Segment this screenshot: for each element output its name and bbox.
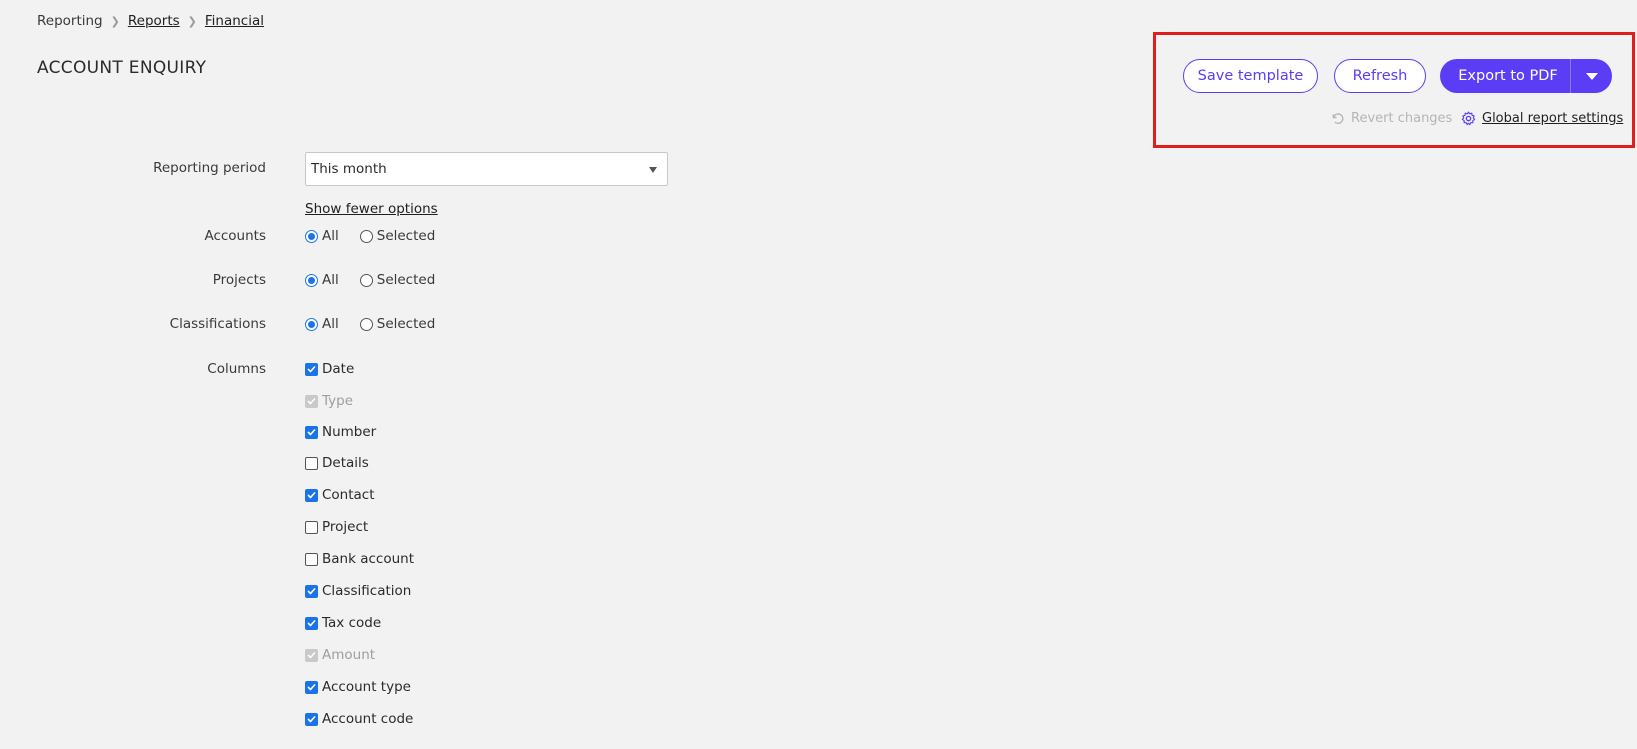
column-checkbox-label: Account code	[322, 711, 414, 727]
chevron-down-icon	[1585, 72, 1598, 80]
projects-option-selected[interactable]: Selected	[359, 272, 436, 288]
projects-option-all[interactable]: All	[305, 272, 339, 288]
column-checkbox[interactable]	[305, 520, 318, 534]
reporting-period-label: Reporting period	[153, 160, 266, 176]
column-checkbox-label: Date	[322, 361, 355, 377]
columns-label: Columns	[207, 361, 266, 377]
chevron-right-icon: ❯	[187, 14, 197, 28]
classifications-all-radio[interactable]	[305, 317, 318, 331]
accounts-selected-radio[interactable]	[359, 229, 373, 243]
page-title: ACCOUNT ENQUIRY	[37, 58, 207, 78]
show-fewer-options-link[interactable]: Show fewer options	[305, 201, 438, 217]
column-checkbox-label: Classification	[322, 583, 412, 599]
column-checkbox[interactable]	[305, 456, 318, 470]
projects-label: Projects	[212, 272, 266, 288]
classifications-selected-radio[interactable]	[359, 317, 373, 331]
projects-all-radio[interactable]	[305, 273, 318, 287]
column-option-type: Type	[305, 393, 353, 409]
export-pdf-button[interactable]: Export to PDF	[1440, 59, 1570, 93]
accounts-radio-group: All Selected	[305, 228, 456, 244]
accounts-selected-label: Selected	[376, 228, 436, 244]
gear-icon	[1461, 111, 1476, 126]
dropdown-arrow-icon	[649, 167, 657, 173]
chevron-right-icon: ❯	[110, 14, 120, 28]
classifications-all-label: All	[322, 316, 339, 332]
column-option-details[interactable]: Details	[305, 455, 369, 471]
column-checkbox	[305, 394, 318, 408]
column-checkbox[interactable]	[305, 616, 318, 630]
column-checkbox[interactable]	[305, 712, 318, 726]
action-panel-highlight: Save template Refresh Export to PDF Reve…	[1153, 32, 1635, 148]
reporting-period-value: This month	[311, 161, 387, 177]
column-checkbox[interactable]	[305, 552, 318, 566]
breadcrumb: Reporting ❯ Reports ❯ Financial	[37, 13, 264, 29]
reporting-period-select[interactable]: This month	[305, 152, 668, 186]
column-option-contact[interactable]: Contact	[305, 487, 375, 503]
breadcrumb-financial-link[interactable]: Financial	[205, 13, 264, 29]
column-checkbox[interactable]	[305, 425, 318, 439]
column-option-tax-code[interactable]: Tax code	[305, 615, 381, 631]
classifications-label: Classifications	[169, 316, 266, 332]
column-option-bank-account[interactable]: Bank account	[305, 551, 414, 567]
column-option-classification[interactable]: Classification	[305, 583, 411, 599]
classifications-option-selected[interactable]: Selected	[359, 316, 436, 332]
column-option-date[interactable]: Date	[305, 361, 354, 377]
undo-icon	[1332, 113, 1344, 125]
projects-selected-label: Selected	[376, 272, 436, 288]
projects-all-label: All	[322, 272, 339, 288]
accounts-option-selected[interactable]: Selected	[359, 228, 436, 244]
breadcrumb-reports-link[interactable]: Reports	[128, 13, 180, 29]
refresh-button[interactable]: Refresh	[1334, 59, 1426, 93]
column-checkbox[interactable]	[305, 680, 318, 694]
accounts-label: Accounts	[204, 228, 266, 244]
column-checkbox-label: Bank account	[322, 551, 414, 567]
column-checkbox[interactable]	[305, 362, 318, 376]
revert-changes-label: Revert changes	[1351, 111, 1453, 126]
projects-selected-radio[interactable]	[359, 273, 373, 287]
breadcrumb-reporting: Reporting	[37, 13, 103, 29]
accounts-all-label: All	[322, 228, 339, 244]
column-checkbox[interactable]	[305, 488, 318, 502]
column-checkbox[interactable]	[305, 584, 318, 598]
save-template-button[interactable]: Save template	[1183, 59, 1318, 93]
column-checkbox-label: Account type	[322, 679, 411, 695]
column-option-project[interactable]: Project	[305, 519, 368, 535]
global-report-settings-link[interactable]: Global report settings	[1461, 111, 1623, 126]
column-option-number[interactable]: Number	[305, 424, 376, 440]
column-checkbox-label: Project	[322, 519, 369, 535]
column-checkbox-label: Type	[322, 393, 354, 409]
column-checkbox	[305, 648, 318, 662]
classifications-option-all[interactable]: All	[305, 316, 339, 332]
revert-changes-button[interactable]: Revert changes	[1330, 111, 1452, 126]
classifications-selected-label: Selected	[376, 316, 436, 332]
column-checkbox-label: Details	[322, 455, 369, 471]
export-split-button: Export to PDF	[1440, 59, 1612, 93]
column-checkbox-label: Tax code	[322, 615, 382, 631]
global-report-settings-label: Global report settings	[1482, 111, 1624, 126]
column-checkbox-label: Number	[322, 424, 377, 440]
column-checkbox-label: Contact	[322, 487, 375, 503]
projects-radio-group: All Selected	[305, 272, 456, 288]
column-option-amount: Amount	[305, 647, 375, 663]
classifications-radio-group: All Selected	[305, 316, 456, 332]
column-option-account-type[interactable]: Account type	[305, 679, 411, 695]
export-options-dropdown-button[interactable]	[1571, 59, 1612, 93]
accounts-option-all[interactable]: All	[305, 228, 339, 244]
column-checkbox-label: Amount	[322, 647, 376, 663]
column-option-account-code[interactable]: Account code	[305, 711, 413, 727]
accounts-all-radio[interactable]	[305, 229, 318, 243]
